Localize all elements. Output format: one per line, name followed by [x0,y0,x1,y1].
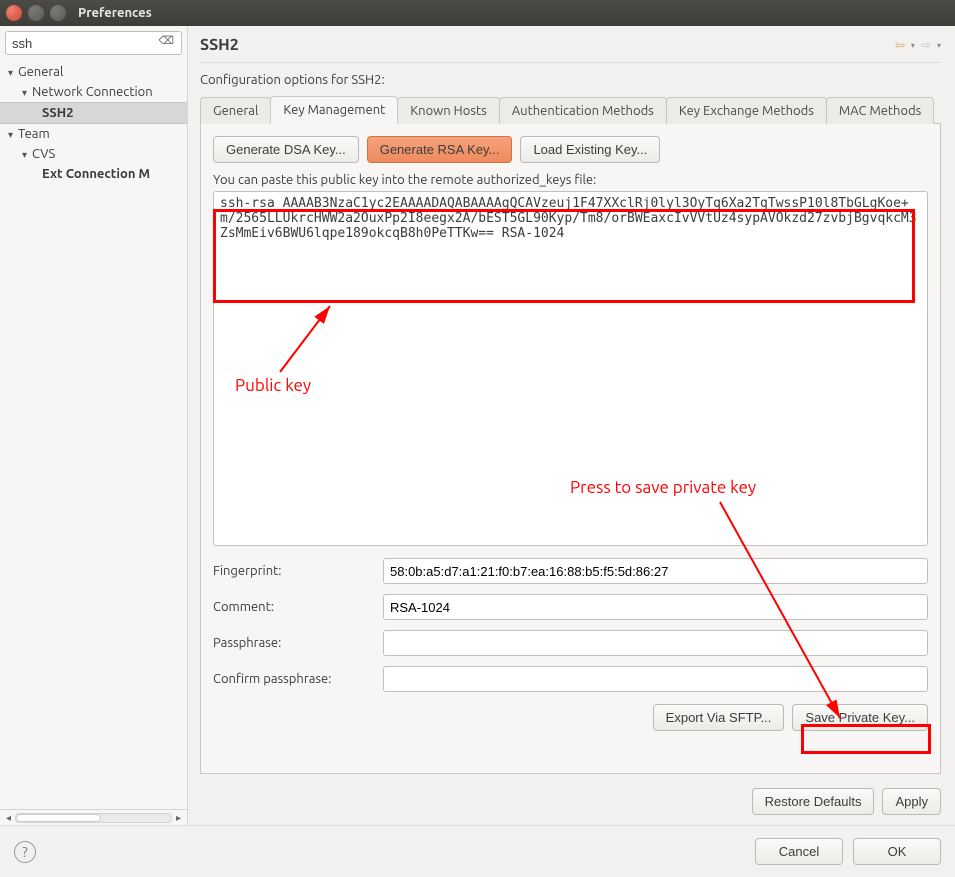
passphrase-label: Passphrase: [213,636,383,650]
ok-button[interactable]: OK [853,838,941,865]
confirm-passphrase-label: Confirm passphrase: [213,672,383,686]
window-maximize-button[interactable] [50,5,66,21]
tree-label: General [18,65,63,79]
window-title: Preferences [78,6,152,20]
main-panel: SSH2 ⇦ ▾ ⇨ ▾ Configuration options for S… [188,26,955,825]
confirm-passphrase-field[interactable] [383,666,928,692]
passphrase-field[interactable] [383,630,928,656]
nav-forward-icon: ⇨ [921,38,931,52]
nav-forward-menu-icon[interactable]: ▾ [937,41,941,50]
load-existing-key-button[interactable]: Load Existing Key... [520,136,660,163]
public-key-textarea[interactable] [213,191,928,546]
generate-dsa-button[interactable]: Generate DSA Key... [213,136,359,163]
preferences-tree[interactable]: ▾General ▾Network Connection SSH2 ▾Team … [0,60,187,809]
generate-rsa-button[interactable]: Generate RSA Key... [367,136,513,163]
help-icon[interactable]: ? [14,841,36,863]
sidebar-hscroll[interactable]: ◂ ▸ [0,809,187,825]
page-title: SSH2 [200,36,239,54]
tree-item-ssh2[interactable]: SSH2 [0,102,187,124]
comment-label: Comment: [213,600,383,614]
save-private-key-button[interactable]: Save Private Key... [792,704,928,731]
filter-input[interactable] [5,31,182,55]
tree-label: Network Connection [32,85,153,99]
tab-bar: General Key Management Known Hosts Authe… [200,95,941,124]
tree-item-cvs[interactable]: ▾CVS [0,144,187,164]
tree-item-team[interactable]: ▾Team [0,124,187,144]
dialog-footer: ? Cancel OK [0,825,955,877]
cancel-button[interactable]: Cancel [755,838,843,865]
tab-known-hosts[interactable]: Known Hosts [397,97,499,124]
tab-kex-methods[interactable]: Key Exchange Methods [666,97,827,124]
restore-defaults-button[interactable]: Restore Defaults [752,788,875,815]
tab-body: Generate DSA Key... Generate RSA Key... … [200,124,941,774]
scroll-left-icon[interactable]: ◂ [6,812,11,824]
nav-back-icon[interactable]: ⇦ [895,38,905,52]
tab-mac-methods[interactable]: MAC Methods [826,97,934,124]
tree-item-general[interactable]: ▾General [0,62,187,82]
tab-auth-methods[interactable]: Authentication Methods [499,97,667,124]
tab-general[interactable]: General [200,97,271,124]
fingerprint-label: Fingerprint: [213,564,383,578]
tree-label: SSH2 [42,106,74,120]
scroll-right-icon[interactable]: ▸ [176,812,181,824]
tree-item-network-connection[interactable]: ▾Network Connection [0,82,187,102]
tab-key-management[interactable]: Key Management [270,96,398,124]
comment-field[interactable] [383,594,928,620]
tree-label: Team [18,127,50,141]
tree-label: CVS [32,147,55,161]
apply-button[interactable]: Apply [882,788,941,815]
tree-item-ext-connection[interactable]: Ext Connection M [0,164,187,184]
paste-instruction: You can paste this public key into the r… [213,173,928,187]
page-description: Configuration options for SSH2: [200,73,941,87]
titlebar: Preferences [0,0,955,26]
nav-back-menu-icon[interactable]: ▾ [911,41,915,50]
clear-search-icon[interactable]: ⌫ [158,34,174,47]
window-close-button[interactable] [6,5,22,21]
export-sftp-button[interactable]: Export Via SFTP... [653,704,785,731]
window-minimize-button[interactable] [28,5,44,21]
fingerprint-field[interactable] [383,558,928,584]
tree-label: Ext Connection M [42,167,150,181]
sidebar: ⌫ ▾General ▾Network Connection SSH2 ▾Tea… [0,26,188,825]
